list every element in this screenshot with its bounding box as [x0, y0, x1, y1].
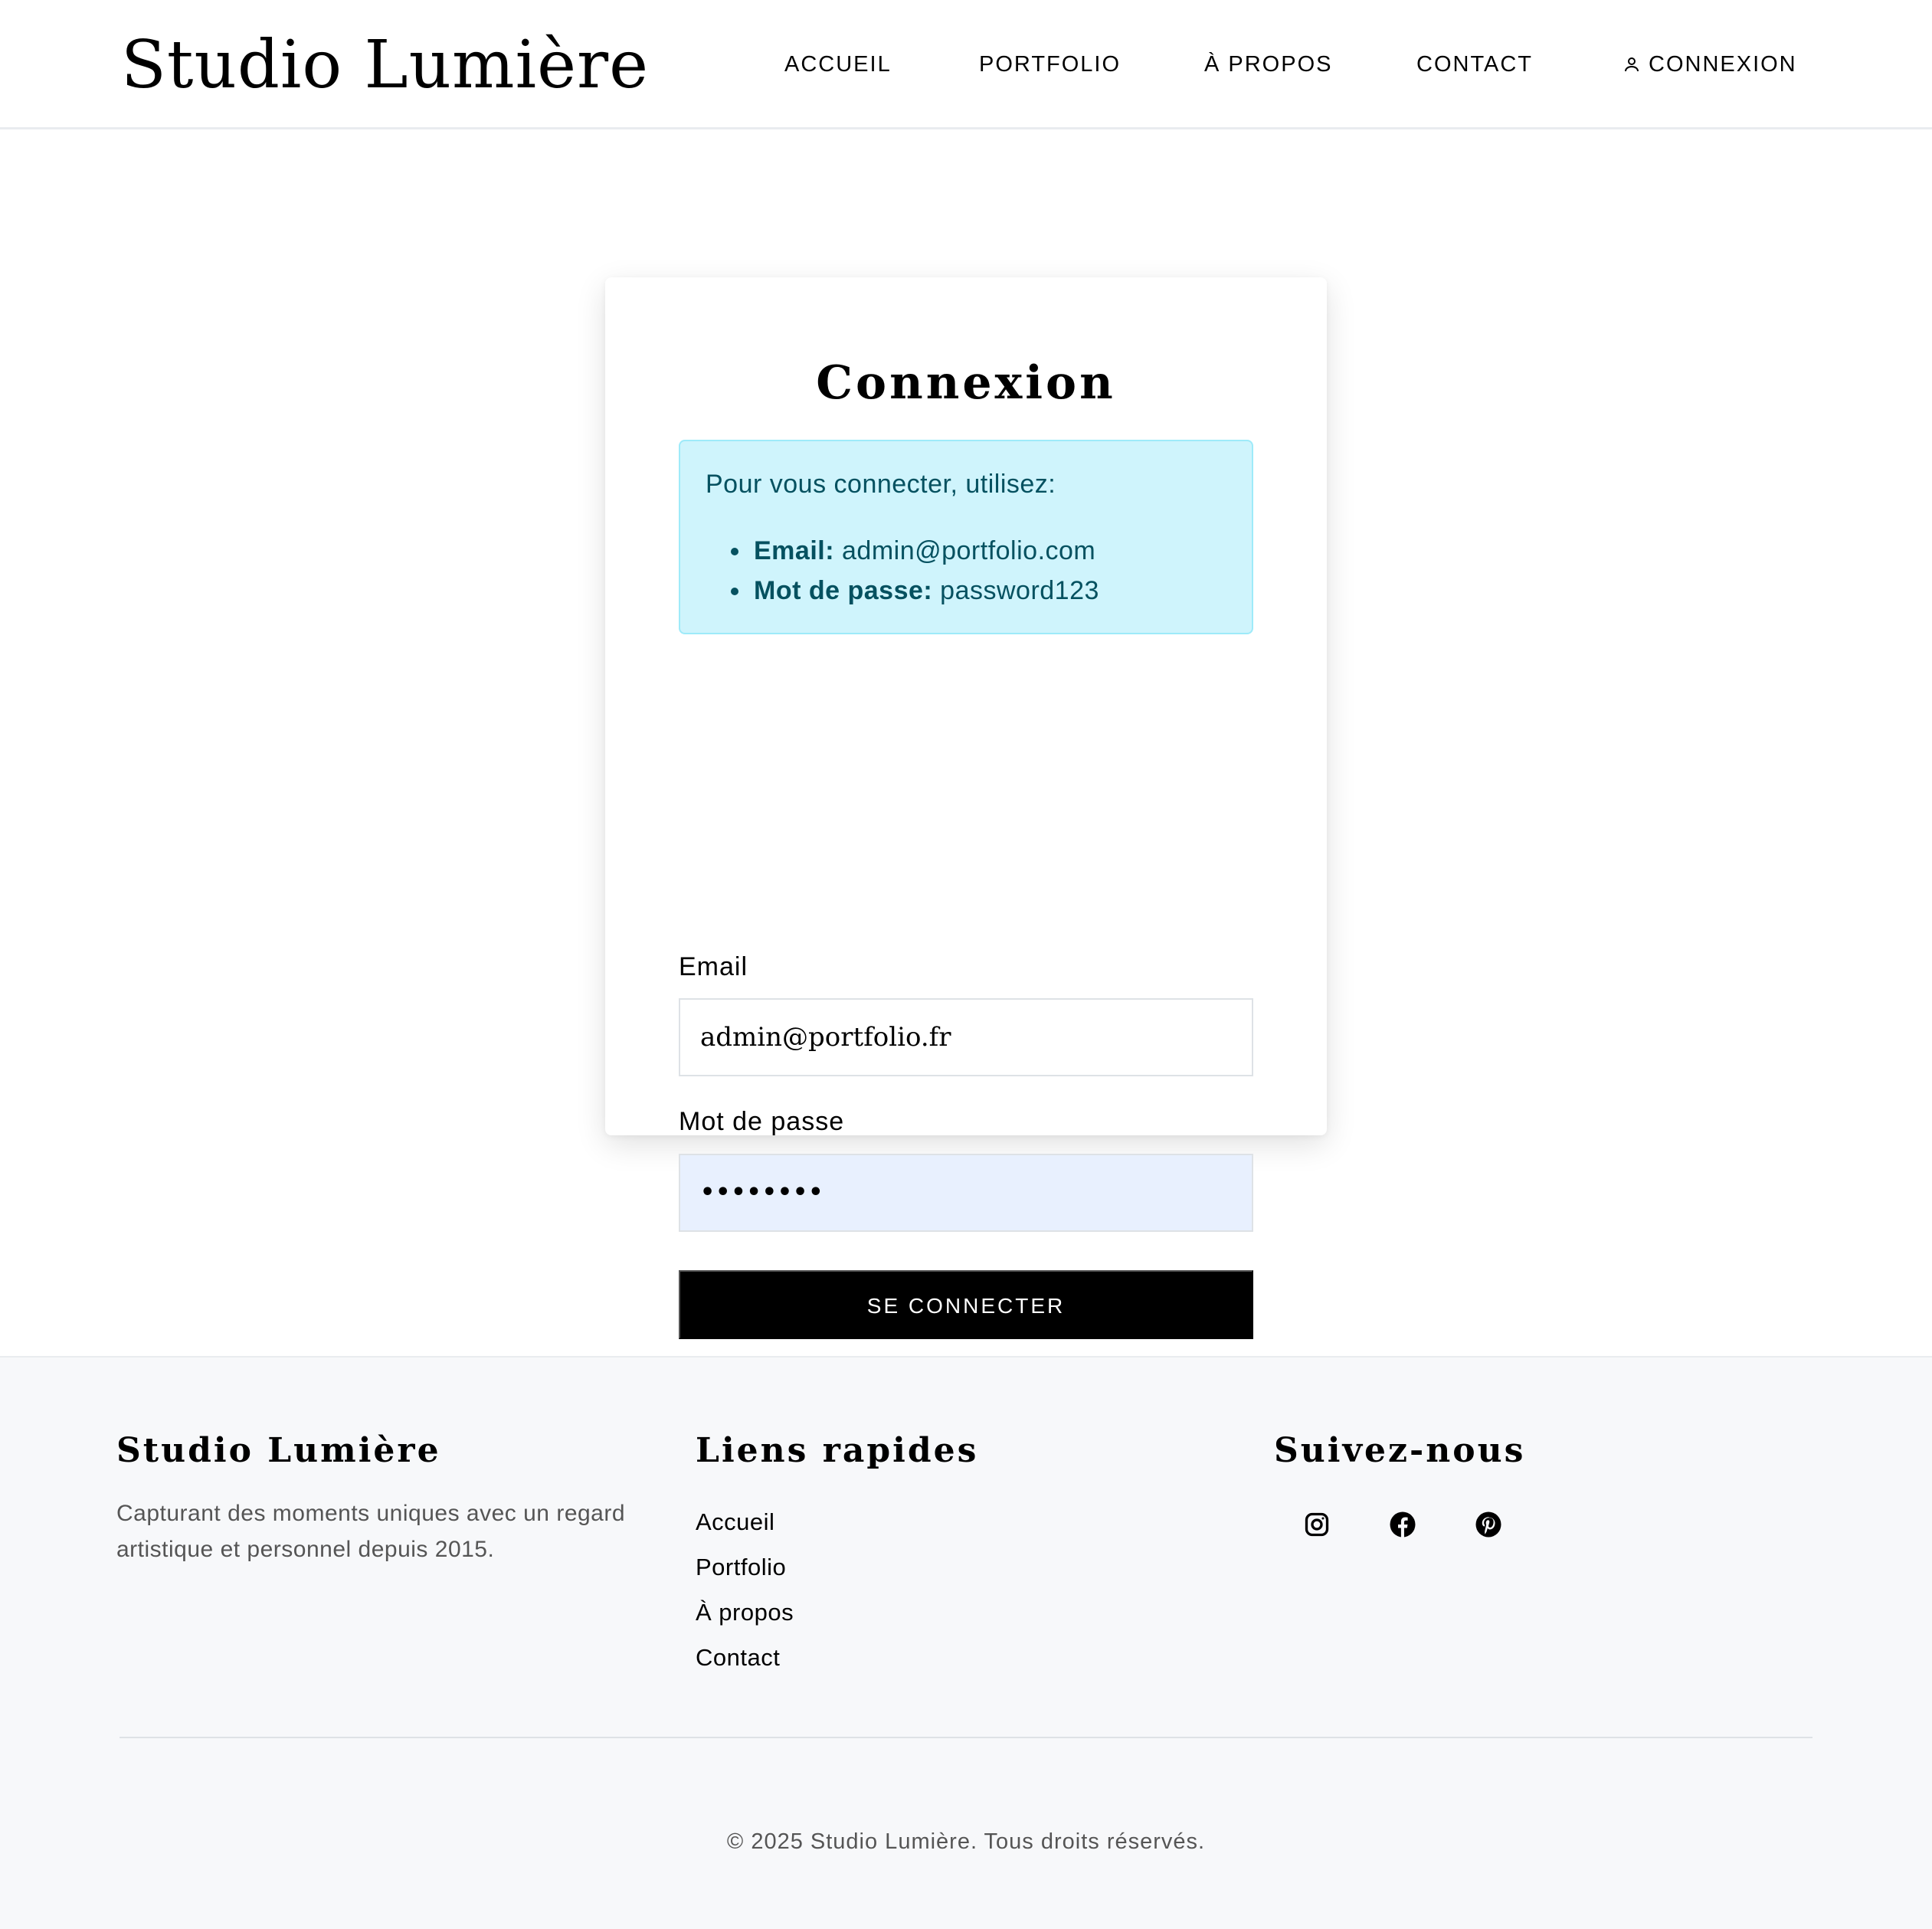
alert-item-label: Mot de passe: [754, 576, 933, 605]
site-logo[interactable]: Studio Lumière [121, 23, 649, 107]
footer-links-list: Accueil Portfolio À propos Contact [696, 1499, 794, 1680]
alert-item-password: Mot de passe: password123 [731, 571, 1099, 611]
email-field[interactable]: admin@portfolio.fr [679, 998, 1253, 1076]
alert-item-value: password123 [940, 576, 1099, 605]
pinterest-icon[interactable] [1473, 1509, 1504, 1540]
nav-link-apropos[interactable]: À PROPOS [1204, 47, 1333, 81]
nav-link-accueil[interactable]: ACCUEIL [784, 47, 892, 81]
footer-links-title: Liens rapides [696, 1431, 979, 1470]
footer-brand-description: Capturant des moments uniques avec un re… [116, 1501, 626, 1562]
footer-link-portfolio[interactable]: Portfolio [696, 1544, 794, 1590]
login-card: Connexion Pour vous connecter, utilisez:… [605, 277, 1327, 1339]
nav-link-portfolio[interactable]: PORTFOLIO [979, 47, 1121, 81]
alert-item-email: Email: admin@portfolio.com [731, 531, 1099, 571]
facebook-icon[interactable] [1387, 1509, 1418, 1540]
nav-link-connexion-label: CONNEXION [1649, 52, 1797, 77]
footer-link-contact[interactable]: Contact [696, 1635, 794, 1680]
footer-divider [120, 1737, 1812, 1738]
nav-link-contact[interactable]: CONTACT [1416, 47, 1533, 81]
footer-copyright: © 2025 Studio Lumière. Tous droits réser… [726, 1829, 1206, 1854]
email-label: Email [679, 952, 748, 981]
login-title: Connexion [816, 356, 1116, 410]
nav-link-connexion[interactable]: CONNEXION [1623, 47, 1797, 81]
password-field[interactable]: •••••••• [679, 1154, 1253, 1232]
footer-brand-title: Studio Lumière [116, 1431, 441, 1470]
site-header: Studio Lumière ACCUEIL PORTFOLIO À PROPO… [0, 0, 1932, 129]
footer-link-accueil[interactable]: Accueil [696, 1499, 794, 1544]
footer-follow-title: Suivez-nous [1274, 1431, 1526, 1470]
site-footer: Studio Lumière Capturant des moments uni… [0, 1356, 1932, 1929]
alert-list: Email: admin@portfolio.com Mot de passe:… [731, 531, 1099, 611]
instagram-icon[interactable] [1302, 1509, 1332, 1540]
alert-intro: Pour vous connecter, utilisez: [706, 470, 1056, 499]
alert-item-value: admin@portfolio.com [842, 536, 1096, 565]
footer-link-apropos[interactable]: À propos [696, 1590, 794, 1635]
credentials-alert: Pour vous connecter, utilisez: Email: ad… [679, 440, 1253, 634]
alert-item-label: Email: [754, 536, 835, 565]
password-label: Mot de passe [679, 1107, 845, 1136]
login-submit-button[interactable]: SE CONNECTER [679, 1270, 1253, 1339]
user-icon [1625, 57, 1639, 72]
